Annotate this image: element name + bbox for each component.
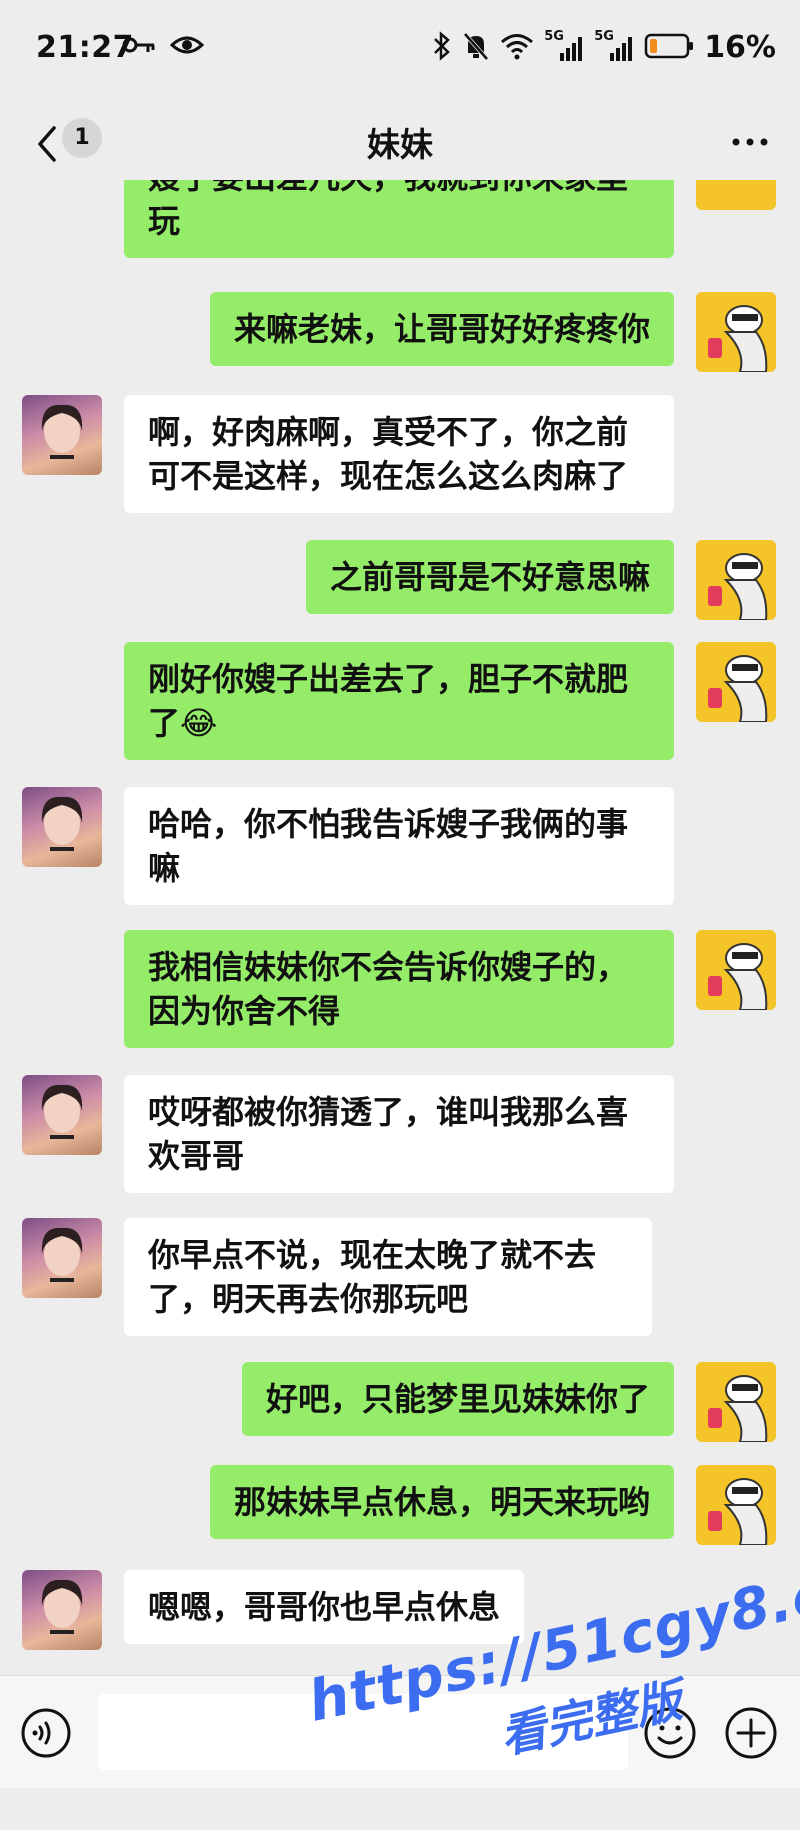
message-bubble-sent[interactable]: 那妹妹早点休息，明天来玩哟	[209, 1465, 674, 1539]
chat-header: 1 妹妹	[0, 104, 800, 184]
contact-avatar[interactable]	[22, 787, 102, 867]
message-bubble-sent[interactable]: 好吧，只能梦里见妹妹你了	[241, 1362, 674, 1436]
more-dots-icon[interactable]	[730, 122, 770, 162]
contact-avatar[interactable]	[22, 395, 102, 475]
chat-title: 妹妹	[367, 125, 433, 164]
my-avatar[interactable]	[696, 1362, 776, 1442]
battery-icon	[644, 32, 694, 64]
message-bubble-received[interactable]: 你早点不说，现在太晚了就不去了，明天再去你那玩吧	[124, 1218, 652, 1336]
status-time: 21:27	[36, 30, 134, 65]
my-avatar[interactable]	[696, 540, 776, 620]
my-avatar[interactable]	[696, 292, 776, 372]
message-bubble-sent[interactable]: 嫂子要出差几天，我就到你来家里玩	[124, 180, 674, 258]
mute-icon	[462, 31, 490, 65]
my-avatar[interactable]	[696, 180, 776, 210]
message-bubble-sent[interactable]: 来嘛老妹，让哥哥好好疼疼你	[209, 292, 674, 366]
contact-avatar[interactable]	[22, 1075, 102, 1155]
key-icon	[122, 34, 156, 60]
bluetooth-icon	[432, 30, 452, 65]
message-bubble-received[interactable]: 啊，好肉麻啊，真受不了，你之前可不是这样，现在怎么这么肉麻了	[124, 395, 674, 513]
signal-icon: 5G	[544, 29, 584, 63]
message-bubble-sent[interactable]: 我相信妹妹你不会告诉你嫂子的，因为你舍不得	[124, 930, 674, 1048]
message-list[interactable]: 嫂子要出差几天，我就到你来家里玩 来嘛老妹，让哥哥好好疼疼你 啊，好肉麻啊，真受…	[0, 180, 800, 1675]
battery-percent: 16%	[704, 30, 776, 65]
signal-icon: 5G	[594, 29, 634, 63]
message-bubble-received[interactable]: 哎呀都被你猜透了，谁叫我那么喜欢哥哥	[124, 1075, 674, 1193]
my-avatar[interactable]	[696, 930, 776, 1010]
status-bar: 21:27 5G 5G 16%	[0, 0, 800, 104]
message-bubble-received[interactable]: 哈哈，你不怕我告诉嫂子我俩的事嘛	[124, 787, 674, 905]
voice-icon[interactable]	[20, 1707, 72, 1759]
wifi-icon	[500, 32, 534, 64]
eye-icon	[169, 34, 205, 60]
message-bubble-sent[interactable]: 之前哥哥是不好意思嘛	[305, 540, 674, 614]
my-avatar[interactable]	[696, 642, 776, 722]
message-bubble-sent[interactable]: 刚好你嫂子出差去了，胆子不就肥了😂	[124, 642, 674, 760]
contact-avatar[interactable]	[22, 1570, 102, 1650]
contact-avatar[interactable]	[22, 1218, 102, 1298]
